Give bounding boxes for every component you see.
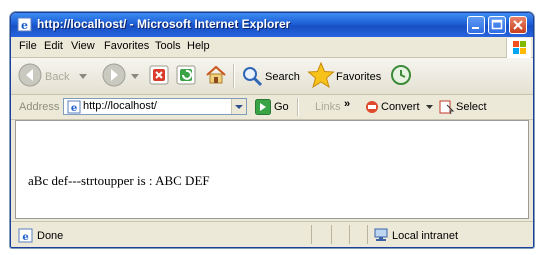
menu-edit[interactable]: Edit bbox=[44, 40, 63, 52]
browser-window: e http://localhost/ - Microsoft Internet… bbox=[10, 12, 534, 248]
close-icon bbox=[513, 20, 523, 30]
search-icon[interactable] bbox=[240, 64, 264, 88]
output-text: aBc def---strtoupper is : ABC DEF bbox=[28, 173, 210, 188]
select-button[interactable]: Select bbox=[456, 101, 487, 113]
menu-view[interactable]: View bbox=[71, 40, 95, 52]
back-dropdown-icon[interactable] bbox=[79, 74, 87, 80]
select-icon[interactable] bbox=[439, 99, 455, 115]
page-icon: e bbox=[67, 100, 81, 114]
forward-icon[interactable] bbox=[101, 62, 127, 88]
status-pane-divider bbox=[349, 225, 350, 244]
window-title: http://localhost/ - Microsoft Internet E… bbox=[37, 17, 291, 31]
standard-toolbar: Back Search Favorites bbox=[11, 58, 533, 95]
svg-text:e: e bbox=[22, 232, 28, 243]
status-bar: e Done Local intranet bbox=[11, 221, 533, 247]
forward-dropdown-icon[interactable] bbox=[131, 74, 139, 80]
security-zone[interactable]: Local intranet bbox=[367, 225, 528, 244]
menu-tools[interactable]: Tools bbox=[155, 40, 181, 52]
zone-label: Local intranet bbox=[392, 230, 459, 242]
done-page-icon: e bbox=[18, 228, 33, 243]
convert-icon[interactable] bbox=[364, 99, 380, 115]
back-label[interactable]: Back bbox=[45, 71, 69, 83]
home-icon[interactable] bbox=[204, 63, 228, 87]
status-pane-divider bbox=[311, 225, 312, 244]
address-value[interactable]: http://localhost/ bbox=[83, 100, 157, 112]
refresh-icon[interactable] bbox=[175, 64, 197, 86]
convert-dropdown-icon[interactable] bbox=[426, 105, 433, 110]
svg-text:e: e bbox=[71, 103, 77, 114]
ie-icon: e bbox=[17, 17, 32, 32]
address-bar: Address e http://localhost/ Go Links » C… bbox=[11, 95, 533, 120]
address-label: Address bbox=[19, 101, 60, 113]
menu-help[interactable]: Help bbox=[187, 40, 210, 52]
favorites-button[interactable]: Favorites bbox=[336, 71, 381, 83]
chevron-down-icon bbox=[235, 105, 243, 109]
back-icon[interactable] bbox=[17, 62, 43, 88]
status-text: Done bbox=[37, 230, 64, 242]
go-button[interactable]: Go bbox=[274, 101, 289, 113]
page-content[interactable]: aBc def---strtoupper is : ABC DEF bbox=[15, 120, 529, 219]
toolbar-separator bbox=[233, 64, 235, 88]
links-button[interactable]: Links bbox=[315, 101, 341, 113]
address-input[interactable]: e http://localhost/ bbox=[63, 98, 247, 115]
address-dropdown[interactable] bbox=[231, 99, 246, 114]
favorites-star-icon[interactable] bbox=[307, 61, 335, 89]
menu-bar: File Edit View Favorites Tools Help bbox=[11, 37, 533, 58]
windows-flag-logo bbox=[506, 38, 531, 58]
maximize-icon bbox=[491, 19, 503, 30]
windows-flag-icon bbox=[513, 41, 526, 54]
minimize-button[interactable] bbox=[467, 16, 485, 34]
convert-button[interactable]: Convert bbox=[381, 101, 420, 113]
title-bar[interactable]: e http://localhost/ - Microsoft Internet… bbox=[11, 13, 533, 37]
history-icon[interactable] bbox=[389, 63, 413, 87]
go-icon[interactable] bbox=[255, 99, 271, 115]
menu-file[interactable]: File bbox=[19, 40, 37, 52]
minimize-icon bbox=[472, 27, 479, 29]
menu-favorites[interactable]: Favorites bbox=[104, 40, 149, 52]
address-separator bbox=[297, 98, 299, 116]
stop-icon[interactable] bbox=[148, 64, 170, 86]
svg-text:e: e bbox=[21, 19, 28, 32]
status-pane-divider bbox=[331, 225, 332, 244]
maximize-button[interactable] bbox=[488, 16, 506, 34]
links-chevron-icon[interactable]: » bbox=[344, 98, 350, 110]
close-button[interactable] bbox=[509, 16, 527, 34]
search-button[interactable]: Search bbox=[265, 71, 300, 83]
intranet-icon bbox=[374, 228, 388, 241]
